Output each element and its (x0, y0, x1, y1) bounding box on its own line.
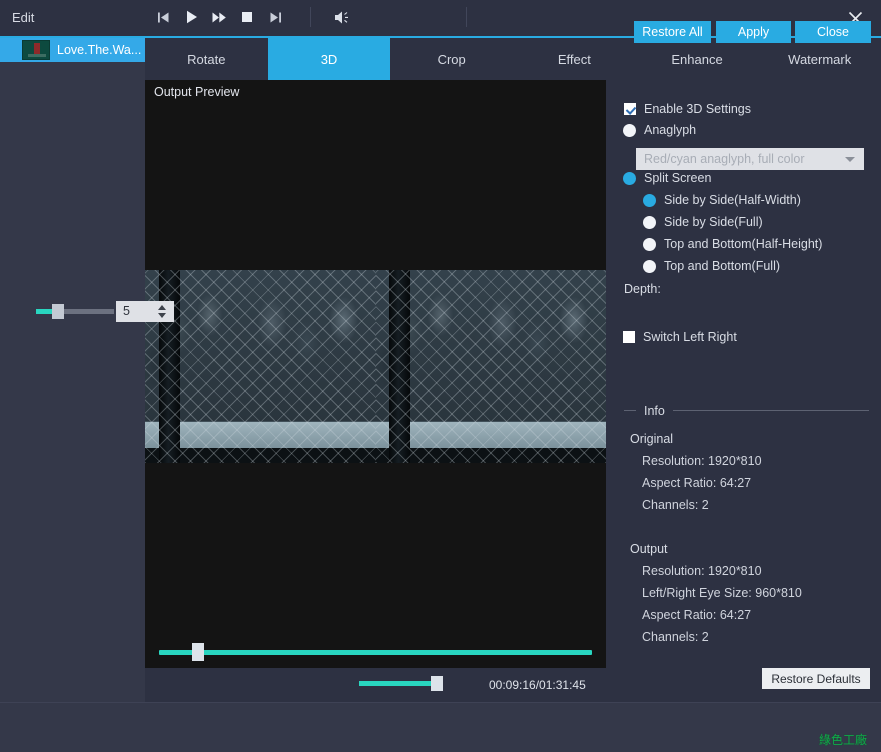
split-option-radio[interactable] (643, 259, 656, 273)
file-list-panel: Love.The.Wa... (0, 38, 145, 752)
time-display: 00:09:16/01:31:45 (489, 678, 586, 692)
previous-button[interactable] (154, 9, 172, 25)
volume-slider-thumb[interactable] (431, 676, 443, 691)
play-button[interactable] (182, 9, 200, 25)
depth-slider-thumb[interactable] (52, 304, 64, 319)
output-preview-label: Output Preview (154, 85, 240, 99)
video-thumbnail-icon (22, 40, 50, 60)
switch-left-right-checkbox[interactable] (623, 331, 635, 343)
fence-layer (145, 270, 376, 463)
info-section-header: Info (624, 403, 869, 418)
right-eye-view (375, 270, 606, 463)
split-option-side-by-side-half-width[interactable]: Side by Side(Half-Width) (643, 193, 801, 207)
speaker-icon (335, 11, 348, 23)
split-option-label: Side by Side(Half-Width) (664, 193, 801, 207)
tab-watermark[interactable]: Watermark (758, 38, 881, 80)
seek-bar-area (145, 637, 606, 668)
video-preview-image (145, 270, 606, 463)
footer-bar (606, 702, 881, 752)
info-output-title: Output (630, 542, 668, 556)
enable-3d-label: Enable 3D Settings (644, 102, 752, 116)
tab-effect[interactable]: Effect (513, 38, 636, 80)
skip-next-icon (270, 12, 281, 22)
info-original-channels: Channels: 2 (642, 498, 709, 512)
output-preview-panel: Output Preview (145, 80, 606, 668)
info-output-channels: Channels: 2 (642, 630, 709, 644)
split-screen-label: Split Screen (644, 171, 712, 185)
depth-decrement-icon[interactable] (158, 313, 166, 318)
split-option-radio[interactable] (643, 193, 656, 207)
tab-3d[interactable]: 3D (267, 38, 391, 80)
volume-slider[interactable] (359, 681, 437, 686)
split-screen-radio[interactable] (623, 171, 636, 185)
depth-value: 5 (123, 304, 130, 318)
play-icon (186, 10, 197, 24)
anaglyph-radio[interactable] (623, 123, 636, 137)
tab-enhance[interactable]: Enhance (636, 38, 759, 80)
window-title: Edit (12, 10, 35, 25)
split-screen-row[interactable]: Split Screen (623, 171, 711, 185)
split-option-label: Top and Bottom(Full) (664, 259, 781, 273)
info-rule-right (672, 410, 869, 411)
anaglyph-mode-value: Red/cyan anaglyph, full color (644, 152, 805, 166)
next-button[interactable] (266, 9, 284, 25)
controls-divider (310, 7, 311, 27)
fast-forward-icon (212, 12, 226, 22)
edit-tabs: Rotate 3D Crop Effect Enhance Watermark (145, 38, 881, 80)
info-output-resolution: Resolution: 1920*810 (642, 564, 762, 578)
stop-button[interactable] (238, 9, 256, 25)
split-option-side-by-side-full[interactable]: Side by Side(Full) (643, 215, 763, 229)
depth-stepper[interactable]: 5 (116, 301, 174, 322)
skip-previous-icon (157, 12, 168, 22)
file-name-label: Love.The.Wa... (57, 43, 142, 57)
anaglyph-mode-select[interactable]: Red/cyan anaglyph, full color (636, 148, 864, 170)
chevron-down-icon (845, 157, 855, 162)
controls-divider (466, 7, 467, 27)
left-eye-view (145, 270, 376, 463)
apply-button[interactable]: Apply (716, 21, 791, 43)
info-original-aspect-ratio: Aspect Ratio: 64:27 (642, 476, 752, 490)
split-option-label: Side by Side(Full) (664, 215, 763, 229)
seek-slider-thumb[interactable] (192, 643, 204, 661)
depth-label: Depth: (624, 282, 661, 296)
settings-panel: Enable 3D Settings Anaglyph Red/cyan ana… (606, 80, 881, 702)
info-rule-left (624, 410, 636, 411)
info-original-resolution: Resolution: 1920*810 (642, 454, 762, 468)
switch-left-right-row[interactable]: Switch Left Right (623, 330, 737, 344)
switch-left-right-label: Switch Left Right (643, 330, 737, 344)
tab-rotate[interactable]: Rotate (145, 38, 268, 80)
split-option-radio[interactable] (643, 215, 656, 229)
volume-button[interactable] (333, 9, 353, 25)
stop-icon (242, 12, 252, 22)
close-button[interactable]: Close (795, 21, 871, 43)
seek-slider[interactable] (159, 650, 592, 655)
split-option-top-bottom-full[interactable]: Top and Bottom(Full) (643, 259, 780, 273)
info-original-title: Original (630, 432, 674, 446)
edit-dialog: Edit Love.The.Wa... Rotate 3D Crop Effec… (0, 0, 881, 752)
restore-defaults-button[interactable]: Restore Defaults (762, 668, 870, 689)
file-list-item[interactable]: Love.The.Wa... (0, 38, 145, 62)
info-output-aspect-ratio: Aspect Ratio: 64:27 (642, 608, 752, 622)
split-option-radio[interactable] (643, 237, 656, 251)
fence-layer (375, 270, 606, 463)
enable-3d-row[interactable]: Enable 3D Settings (624, 102, 751, 116)
split-option-top-bottom-half-height[interactable]: Top and Bottom(Half-Height) (643, 237, 822, 251)
depth-increment-icon[interactable] (158, 305, 166, 310)
tab-crop[interactable]: Crop (390, 38, 513, 80)
info-section-title: Info (644, 403, 665, 418)
info-output-eye-size: Left/Right Eye Size: 960*810 (642, 586, 802, 600)
fast-forward-button[interactable] (210, 9, 228, 25)
enable-3d-checkbox[interactable] (624, 103, 636, 115)
anaglyph-row[interactable]: Anaglyph (623, 123, 696, 137)
footer-left-area (0, 702, 606, 752)
anaglyph-label: Anaglyph (644, 123, 697, 137)
restore-all-button[interactable]: Restore All (634, 21, 711, 43)
split-option-label: Top and Bottom(Half-Height) (664, 237, 823, 251)
